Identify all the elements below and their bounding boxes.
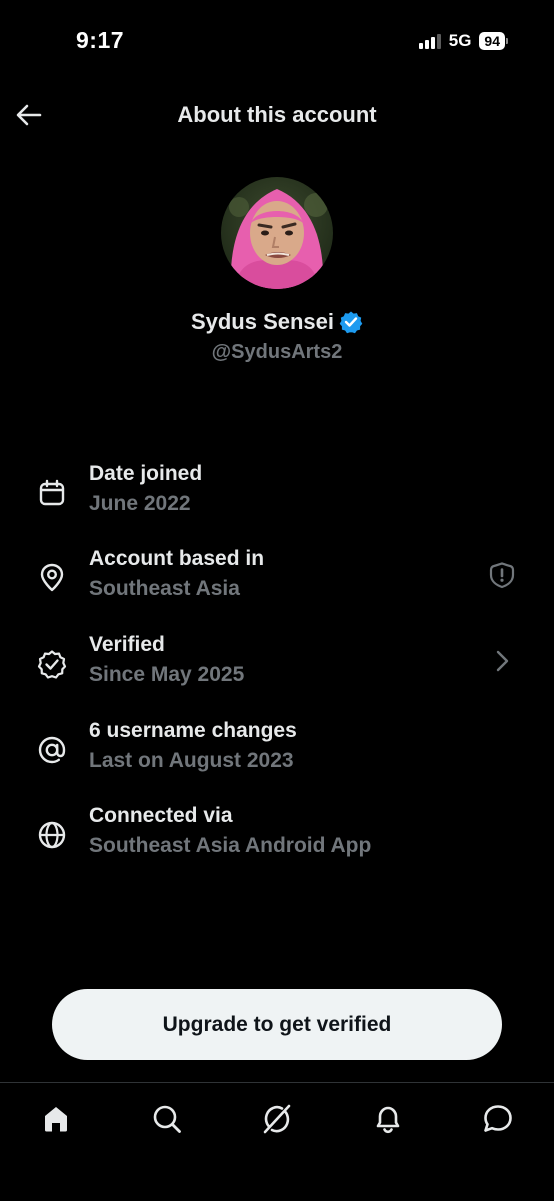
info-value: Southeast Asia — [89, 577, 240, 600]
home-icon — [45, 1107, 67, 1132]
messages-icon — [484, 1105, 512, 1132]
upgrade-verified-button[interactable]: Upgrade to get verified — [52, 989, 502, 1060]
info-value: Last on August 2023 — [89, 749, 294, 772]
bottom-nav — [0, 1082, 554, 1201]
avatar[interactable] — [221, 177, 333, 289]
info-value: Since May 2025 — [89, 663, 245, 686]
location-pin-icon — [36, 562, 68, 594]
signal-icon — [418, 33, 441, 49]
nav-grok[interactable] — [257, 1099, 297, 1139]
avatar-image — [221, 177, 333, 289]
shield-alert-icon[interactable] — [488, 561, 516, 589]
grok-icon — [263, 1104, 291, 1134]
page-title: About this account — [177, 102, 377, 127]
info-row-connected-via: Connected via Southeast Asia Android App — [0, 804, 554, 874]
calendar-icon — [36, 477, 68, 509]
info-row-account-based-in: Account based in Southeast Asia — [0, 547, 554, 617]
info-value: June 2022 — [89, 492, 191, 515]
nav-search[interactable] — [147, 1099, 187, 1139]
info-row-verified[interactable]: Verified Since May 2025 — [0, 633, 554, 703]
display-name-text: Sydus Sensei — [190, 309, 335, 334]
battery-icon: 94 — [479, 32, 508, 50]
bell-icon — [376, 1106, 400, 1134]
info-title: Connected via — [89, 804, 233, 827]
nav-notifications[interactable] — [368, 1099, 408, 1139]
info-row-username-changes: 6 username changes Last on August 2023 — [0, 719, 554, 789]
at-sign-icon — [36, 734, 68, 766]
info-title: Verified — [89, 633, 165, 656]
battery-level: 94 — [479, 32, 505, 50]
info-title: Account based in — [89, 547, 265, 570]
status-indicators: 5G 94 — [418, 31, 508, 51]
nav-home[interactable] — [36, 1099, 76, 1139]
verified-badge-icon — [339, 311, 363, 334]
nav-messages[interactable] — [478, 1099, 518, 1139]
network-type: 5G — [448, 31, 472, 50]
handle: @SydusArts2 — [211, 341, 343, 363]
header: About this account — [0, 90, 554, 140]
info-value: Southeast Asia Android App — [89, 834, 372, 857]
display-name: Sydus Sensei — [0, 309, 554, 335]
info-row-date-joined: Date joined June 2022 — [0, 462, 554, 532]
chevron-right-icon[interactable] — [488, 647, 516, 675]
info-title: 6 username changes — [89, 719, 297, 742]
status-time: 9:17 — [76, 27, 125, 53]
verified-badge-outline-icon — [36, 648, 68, 680]
info-title: Date joined — [89, 462, 203, 485]
globe-icon — [36, 819, 68, 851]
status-bar: 9:17 5G 94 — [0, 0, 554, 80]
search-icon — [153, 1105, 181, 1133]
